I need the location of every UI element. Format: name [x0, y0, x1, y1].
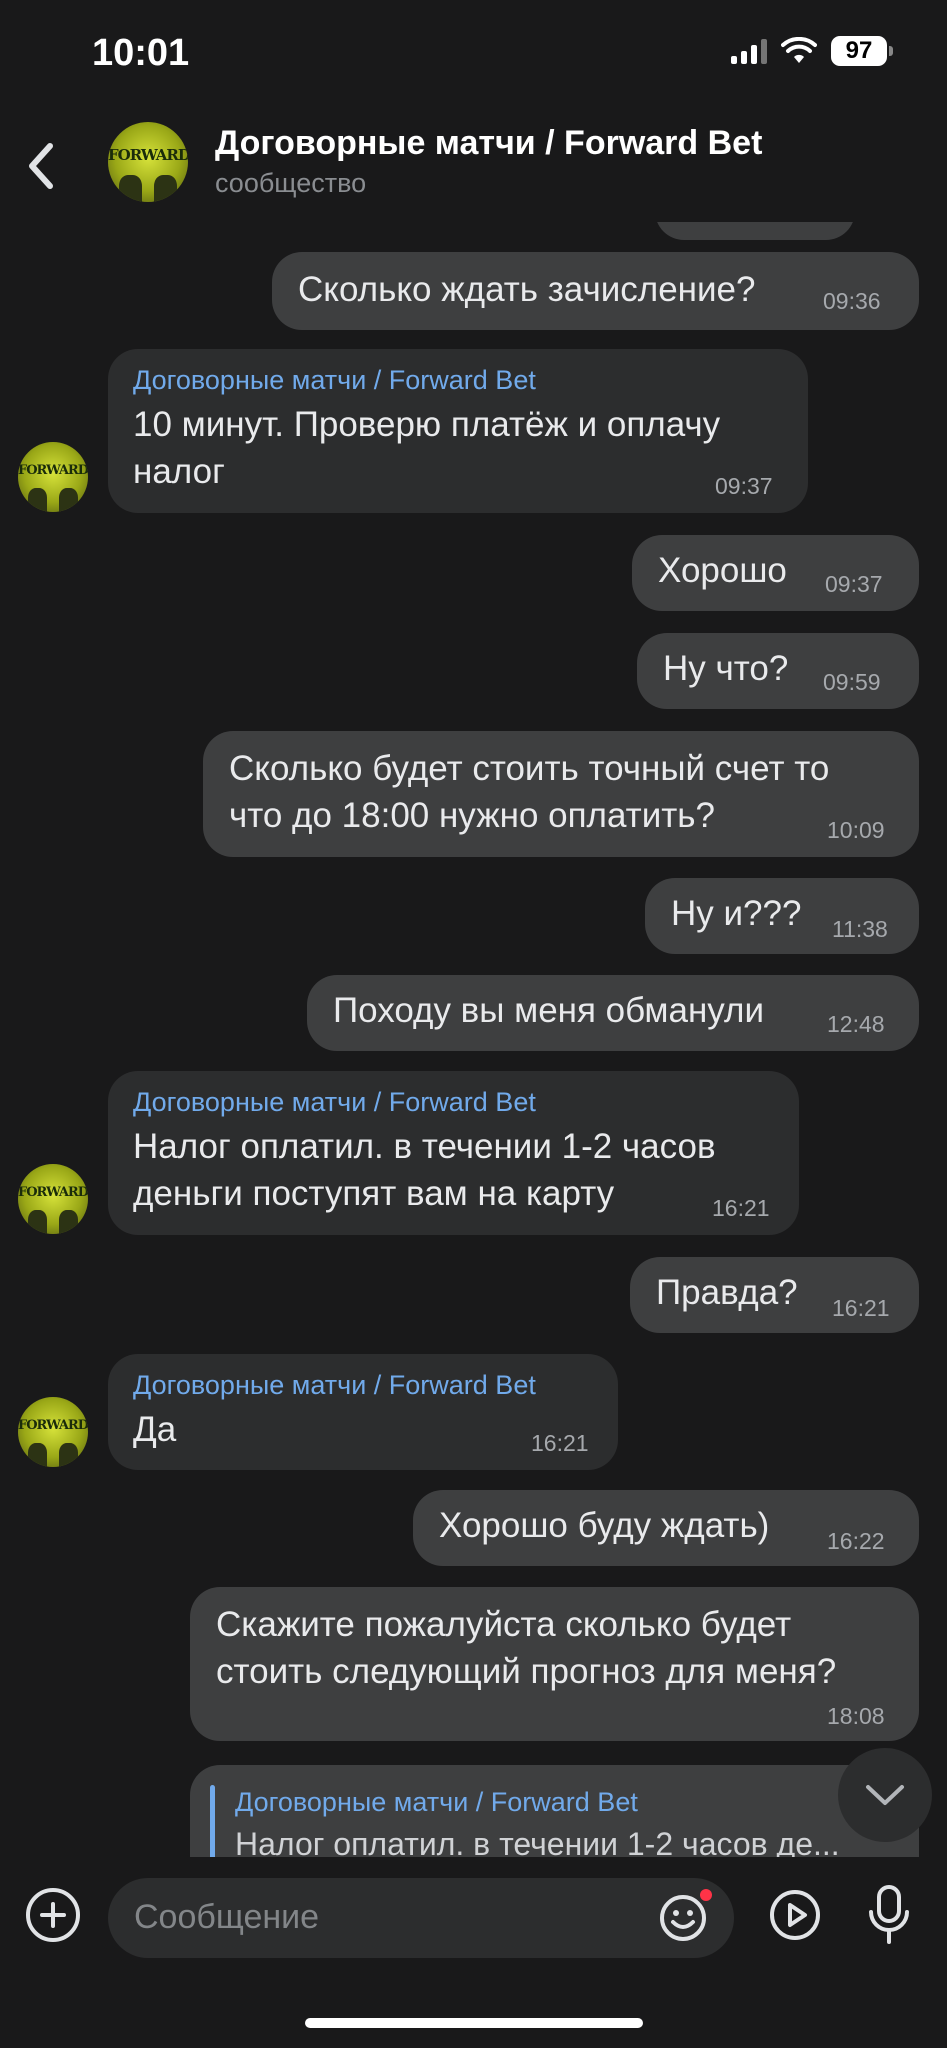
message-bubble-outgoing[interactable]: Ну что? 09:59: [637, 633, 919, 709]
message-input[interactable]: Сообщение: [108, 1878, 734, 1958]
message-text: Сколько будет стоить точный счет то что …: [229, 749, 830, 835]
message-bubble-outgoing[interactable]: Сколько ждать зачисление? 09:36: [272, 252, 919, 330]
message-time: 09:37: [825, 571, 883, 597]
message-bubble-outgoing[interactable]: Походу вы меня обманули 12:48: [307, 975, 919, 1051]
avatar-logo-text: FORWARD: [108, 146, 188, 164]
sender-avatar[interactable]: FORWARD: [18, 1397, 88, 1467]
message-input-placeholder: Сообщение: [134, 1898, 320, 1936]
chat-title[interactable]: Договорные матчи / Forward Bet: [215, 124, 762, 163]
notification-dot: [700, 1889, 712, 1901]
cellular-signal-icon: [731, 38, 767, 64]
microphone-icon[interactable]: [866, 1884, 912, 1946]
message-text: Ну и???: [671, 894, 802, 933]
message-bubble-outgoing[interactable]: Ну и??? 11:38: [645, 878, 919, 954]
plus-circle-icon[interactable]: [26, 1888, 80, 1942]
avatar[interactable]: FORWARD: [108, 122, 188, 202]
play-circle-icon[interactable]: [768, 1888, 822, 1942]
message-time: 09:36: [823, 288, 881, 314]
chevron-left-icon[interactable]: [22, 136, 62, 196]
message-composer: Сообщение: [0, 1858, 947, 2048]
message-time: 09:59: [823, 669, 881, 695]
message-text: Правда?: [656, 1273, 798, 1312]
message-text: Скажите пожалуйста сколько будет стоить …: [216, 1605, 837, 1691]
message-sender[interactable]: Договорные матчи / Forward Bet: [133, 365, 536, 396]
message-bubble-outgoing[interactable]: Сколько будет стоить точный счет то что …: [203, 731, 919, 857]
reply-bar: [210, 1785, 215, 1857]
message-bubble-outgoing[interactable]: Правда? 16:21: [630, 1257, 919, 1333]
sender-avatar[interactable]: FORWARD: [18, 442, 88, 512]
home-indicator: [305, 2018, 643, 2028]
message-time: 18:08: [827, 1703, 885, 1729]
message-bubble-incoming[interactable]: Договорные матчи / Forward Bet 10 минут.…: [108, 349, 808, 513]
message-bubble-incoming[interactable]: Договорные матчи / Forward Bet Да 16:21: [108, 1354, 618, 1470]
message-time: 16:22: [827, 1528, 885, 1554]
message-sender[interactable]: Договорные матчи / Forward Bet: [133, 1370, 536, 1401]
message-bubble-cut: [655, 222, 855, 240]
message-text: Да: [133, 1410, 177, 1449]
avatar-logo-text: FORWARD: [18, 1418, 88, 1433]
scroll-down-button[interactable]: [838, 1748, 932, 1842]
message-text: Сколько ждать зачисление?: [298, 270, 756, 309]
message-time: 10:09: [827, 817, 885, 843]
message-text: Ну что?: [663, 649, 789, 688]
sender-avatar[interactable]: FORWARD: [18, 1164, 88, 1234]
message-bubble-outgoing[interactable]: Хорошо 09:37: [632, 535, 919, 611]
message-bubble-outgoing[interactable]: Скажите пожалуйста сколько будет стоить …: [190, 1587, 919, 1741]
reply-text: Налог оплатил. в течении 1-2 часов де...: [235, 1826, 840, 1857]
status-time: 10:01: [92, 32, 190, 74]
battery-icon: 97: [831, 36, 893, 66]
message-time: 16:21: [531, 1430, 589, 1456]
chevron-down-icon: [866, 1785, 904, 1805]
message-text: Хорошо: [658, 551, 787, 590]
message-list[interactable]: Сколько ждать зачисление? 09:36 FORWARD …: [0, 222, 947, 1857]
message-text: 10 минут. Проверю платёж и оплачу налог: [133, 405, 721, 491]
message-time: 16:21: [832, 1295, 890, 1321]
message-text: Походу вы меня обманули: [333, 991, 764, 1030]
message-sender[interactable]: Договорные матчи / Forward Bet: [133, 1087, 536, 1118]
message-time: 09:37: [715, 473, 773, 499]
avatar-logo-text: FORWARD: [18, 1185, 88, 1200]
chat-header: FORWARD Договорные матчи / Forward Bet с…: [0, 110, 947, 220]
message-bubble-outgoing[interactable]: Договорные матчи / Forward Bet Налог опл…: [190, 1765, 919, 1857]
message-bubble-outgoing[interactable]: Хорошо буду ждать) 16:22: [413, 1490, 919, 1566]
status-icons: 97: [731, 36, 893, 66]
smile-icon: [660, 1895, 706, 1941]
message-bubble-incoming[interactable]: Договорные матчи / Forward Bet Налог опл…: [108, 1071, 799, 1235]
message-text: Хорошо буду ждать): [439, 1506, 770, 1545]
message-time: 11:38: [832, 916, 888, 942]
chat-subtitle: сообщество: [215, 168, 367, 198]
wifi-icon: [781, 37, 817, 63]
message-time: 12:48: [827, 1011, 885, 1037]
message-text: Налог оплатил. в течении 1-2 часов деньг…: [133, 1127, 716, 1213]
emoji-button[interactable]: [658, 1889, 712, 1943]
avatar-logo-text: FORWARD: [18, 463, 88, 478]
message-time: 16:21: [712, 1195, 770, 1221]
reply-sender[interactable]: Договорные матчи / Forward Bet: [235, 1787, 638, 1818]
